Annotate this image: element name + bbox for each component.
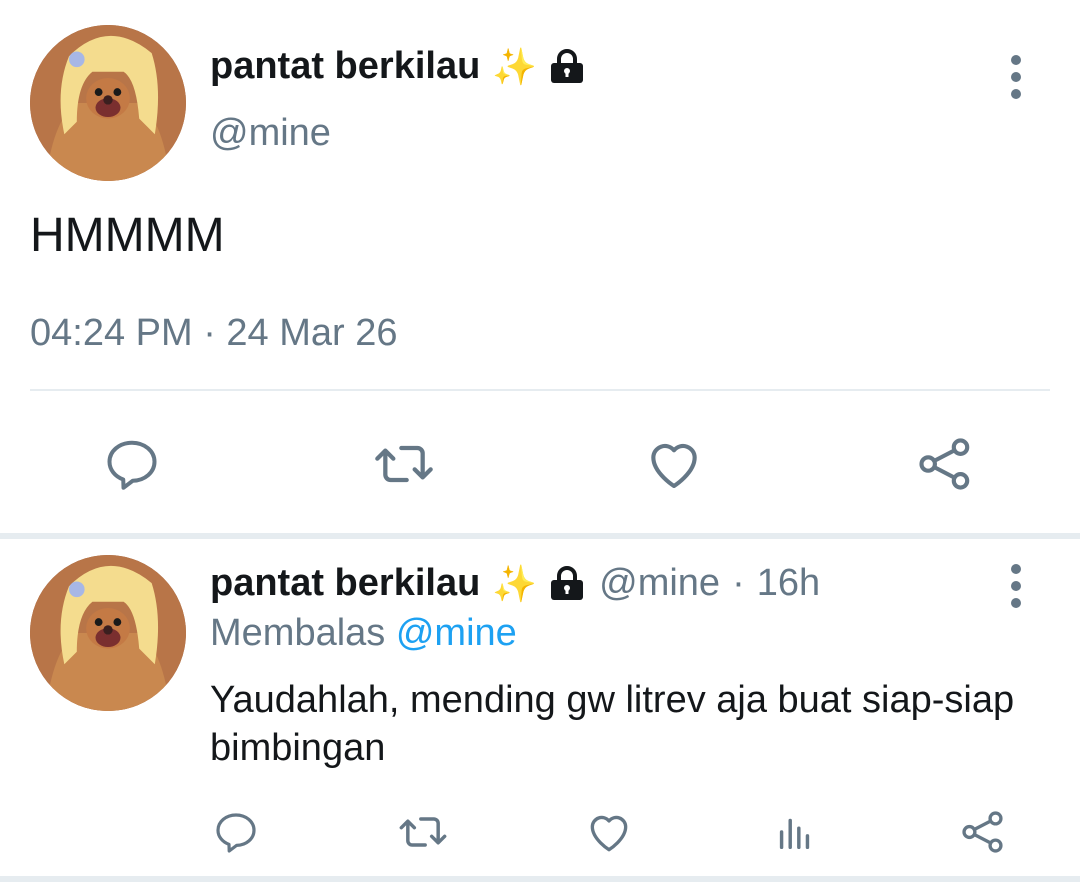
- share-button[interactable]: [956, 806, 1010, 858]
- handle[interactable]: @mine: [599, 562, 720, 605]
- reply-button[interactable]: [210, 806, 262, 858]
- like-button[interactable]: [642, 432, 706, 496]
- retweet-button[interactable]: [368, 432, 440, 496]
- more-vertical-icon[interactable]: [1004, 55, 1028, 99]
- avatar-image: [30, 25, 186, 181]
- analytics-button[interactable]: [770, 806, 820, 858]
- sparkle-emoji: ✨: [492, 562, 538, 604]
- handle[interactable]: @mine: [210, 112, 331, 155]
- reply-header: pantat berkilau ✨ @mine · 16h: [210, 562, 820, 605]
- reply-button[interactable]: [100, 432, 164, 496]
- mention-link[interactable]: @mine: [396, 612, 517, 654]
- lock-icon: [547, 47, 587, 87]
- section-separator: [0, 533, 1080, 539]
- comment-icon: [107, 440, 157, 490]
- heart-icon: [590, 815, 628, 852]
- avatar[interactable]: [30, 555, 186, 711]
- display-name-text: pantat berkilau: [210, 45, 481, 87]
- retweet-button[interactable]: [394, 806, 452, 858]
- replying-to: Membalas @mine: [210, 612, 517, 655]
- display-name[interactable]: pantat berkilau ✨: [210, 45, 587, 88]
- tweet-text: HMMMM: [30, 209, 225, 262]
- avatar[interactable]: [30, 25, 186, 181]
- sparkle-emoji: ✨: [492, 45, 538, 87]
- retweet-icon: [375, 445, 433, 483]
- like-button[interactable]: [582, 806, 636, 858]
- meta-separator: ·: [732, 562, 745, 604]
- section-separator: [0, 876, 1080, 882]
- replying-label: Membalas: [210, 612, 386, 654]
- retweet-icon: [399, 817, 447, 847]
- share-icon: [962, 811, 1003, 853]
- divider: [30, 389, 1050, 391]
- share-button[interactable]: [912, 432, 978, 496]
- comment-icon: [216, 813, 256, 853]
- timestamp[interactable]: 04:24 PM · 24 Mar 26: [30, 312, 398, 355]
- share-icon: [919, 438, 970, 490]
- more-vertical-icon[interactable]: [1004, 564, 1028, 608]
- analytics-icon: [779, 818, 810, 850]
- lock-icon: [547, 564, 587, 604]
- tweet-text: Yaudahlah, mending gw litrev aja buat si…: [210, 679, 1015, 769]
- relative-time[interactable]: 16h: [757, 562, 820, 605]
- avatar-image: [30, 555, 186, 711]
- display-name[interactable]: pantat berkilau: [210, 562, 480, 605]
- heart-icon: [651, 443, 697, 489]
